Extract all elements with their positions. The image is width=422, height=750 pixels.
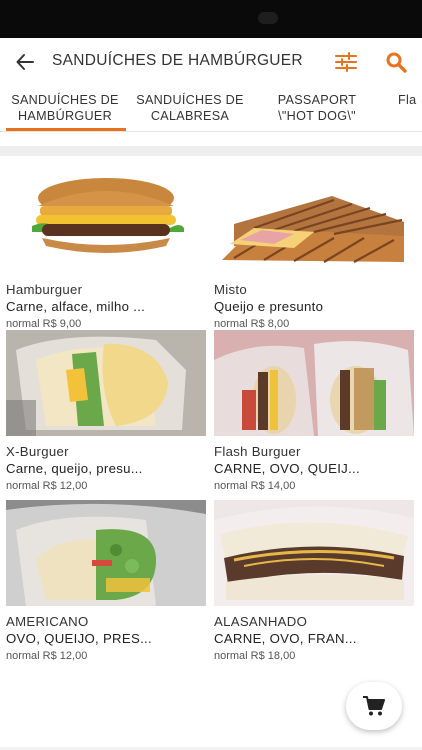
page-title: SANDUÍCHES DE HAMBÚRGUER bbox=[52, 52, 303, 69]
product-name: Misto bbox=[214, 282, 248, 297]
product-image-hamburguer bbox=[6, 168, 206, 274]
tab-sanduiches-calabresa[interactable]: SANDUÍCHES DE CALABRESA bbox=[130, 92, 250, 124]
product-name: Hamburguer bbox=[6, 282, 83, 297]
product-name: AMERICANO bbox=[6, 614, 89, 629]
search-button[interactable] bbox=[384, 50, 408, 74]
product-price: normal R$ 12,00 bbox=[6, 480, 88, 492]
camera-notch bbox=[258, 12, 278, 24]
status-bar bbox=[0, 0, 422, 38]
shopping-cart-icon bbox=[363, 696, 385, 716]
product-price: normal R$ 18,00 bbox=[214, 650, 296, 662]
product-price: normal R$ 9,00 bbox=[6, 318, 82, 330]
product-image-x-burguer bbox=[6, 330, 206, 436]
cart-button[interactable] bbox=[346, 682, 402, 730]
product-name: Flash Burguer bbox=[214, 444, 301, 459]
product-image-alasanhado bbox=[214, 500, 414, 606]
search-icon bbox=[386, 52, 407, 73]
tab-passaport-hot-dog[interactable]: PASSAPORT \"HOT DOG\" bbox=[258, 92, 376, 124]
filter-button[interactable] bbox=[334, 51, 358, 73]
tab-fla[interactable]: Fla bbox=[398, 92, 422, 108]
tab-sanduiches-hamburguer[interactable]: SANDUÍCHES DE HAMBÚRGUER bbox=[6, 92, 124, 124]
product-description: Carne, queijo, presu... bbox=[6, 461, 143, 476]
product-image-misto bbox=[214, 168, 414, 274]
product-price: normal R$ 12,00 bbox=[6, 650, 88, 662]
product-image-americano bbox=[6, 500, 206, 606]
product-description: CARNE, OVO, FRAN... bbox=[214, 631, 357, 646]
product-name: X-Burguer bbox=[6, 444, 69, 459]
product-image-flash-burguer bbox=[214, 330, 414, 436]
product-price: normal R$ 8,00 bbox=[214, 318, 290, 330]
category-tabs: SANDUÍCHES DE HAMBÚRGUER SANDUÍCHES DE C… bbox=[0, 86, 422, 132]
back-button[interactable] bbox=[14, 51, 36, 73]
product-description: CARNE, OVO, QUEIJ... bbox=[214, 461, 360, 476]
product-description: Queijo e presunto bbox=[214, 299, 324, 314]
product-name: ALASANHADO bbox=[214, 614, 308, 629]
product-price: normal R$ 14,00 bbox=[214, 480, 296, 492]
arrow-left-icon bbox=[16, 54, 34, 70]
product-description: OVO, QUEIJO, PRES... bbox=[6, 631, 152, 646]
active-tab-indicator bbox=[6, 128, 126, 131]
app-bar: SANDUÍCHES DE HAMBÚRGUER bbox=[0, 38, 422, 86]
product-description: Carne, alface, milho ... bbox=[6, 299, 146, 314]
section-divider bbox=[0, 146, 422, 156]
sliders-icon bbox=[335, 52, 357, 72]
